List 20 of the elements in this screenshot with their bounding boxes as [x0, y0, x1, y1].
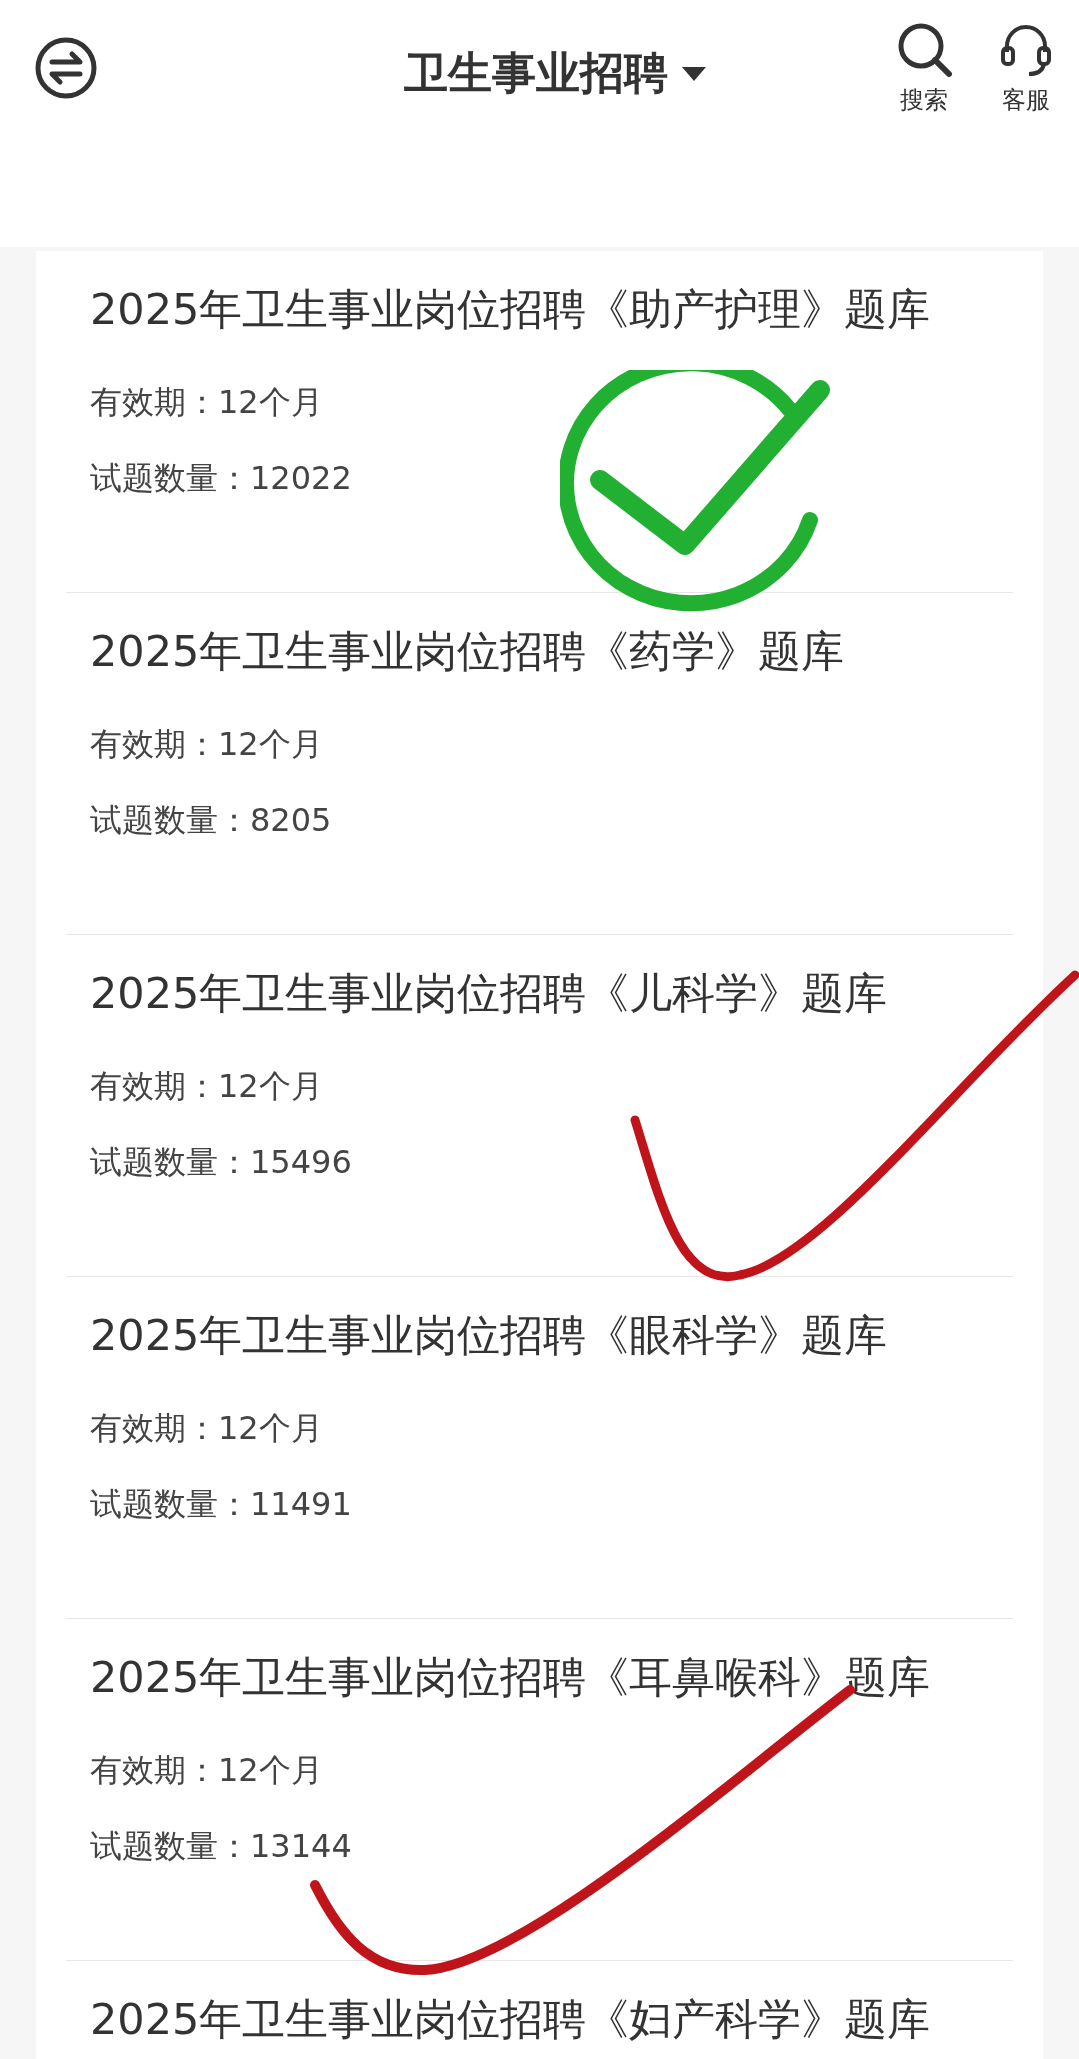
question-count-text: 试题数量：12022 — [90, 458, 353, 499]
search-button[interactable]: 搜索 — [895, 20, 953, 116]
validity-text: 有效期：12个月 — [90, 382, 324, 423]
page-title[interactable]: 卫生事业招聘 — [403, 44, 668, 103]
validity-text: 有效期：12个月 — [90, 724, 324, 765]
customer-service-button[interactable]: 客服 — [997, 20, 1055, 116]
validity-text: 有效期：12个月 — [90, 1750, 324, 1791]
course-title[interactable]: 2025年卫生事业岗位招聘《妇产科学》题库 — [90, 1991, 1013, 2049]
question-count-text: 试题数量：15496 — [90, 1142, 353, 1183]
swap-icon[interactable] — [34, 36, 98, 100]
course-title[interactable]: 2025年卫生事业岗位招聘《儿科学》题库 — [90, 965, 1013, 1023]
course-title[interactable]: 2025年卫生事业岗位招聘《眼科学》题库 — [90, 1307, 1013, 1365]
dropdown-caret-icon[interactable] — [681, 66, 706, 81]
question-count-text: 试题数量：8205 — [90, 800, 333, 841]
question-count-text: 试题数量：13144 — [90, 1826, 353, 1867]
validity-text: 有效期：12个月 — [90, 1066, 324, 1107]
course-title[interactable]: 2025年卫生事业岗位招聘《药学》题库 — [90, 623, 1013, 681]
validity-text: 有效期：12个月 — [90, 1408, 324, 1449]
question-count-text: 试题数量：11491 — [90, 1484, 353, 1525]
course-title[interactable]: 2025年卫生事业岗位招聘《助产护理》题库 — [90, 281, 1013, 339]
